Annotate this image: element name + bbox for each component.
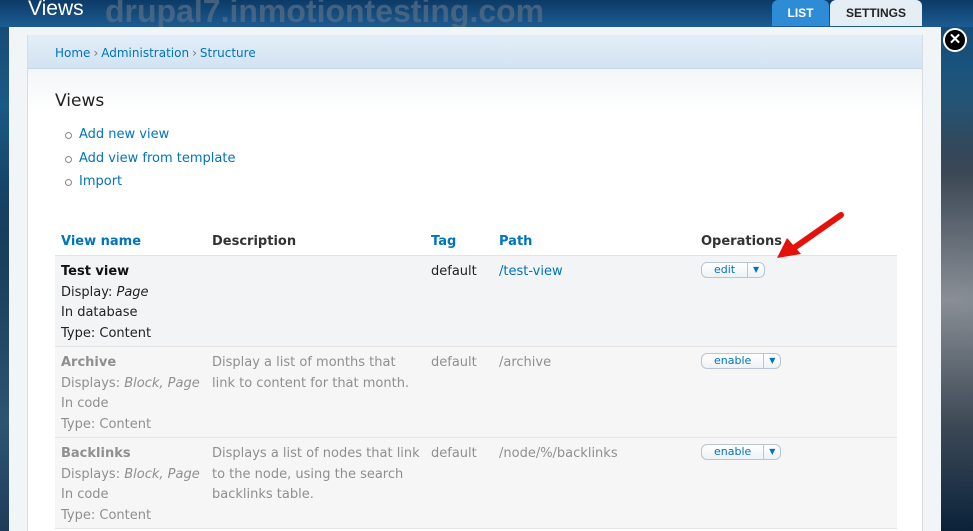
view-path-link[interactable]: /test-view	[499, 262, 563, 283]
views-table: View name Description Tag Path Operation…	[55, 230, 897, 529]
breadcrumb-bar: Home › Administration › Structure	[28, 35, 922, 69]
site-name-watermark: drupal7.inmotiontesting.com	[105, 0, 545, 29]
edit-button[interactable]: edit	[702, 263, 749, 277]
tab-list[interactable]: LIST	[772, 0, 829, 26]
operations-dropbutton[interactable]: enable ▼	[701, 444, 782, 460]
operations-dropbutton[interactable]: edit ▼	[701, 262, 766, 278]
import-link[interactable]: Import	[65, 174, 235, 198]
page-title: Views	[55, 91, 105, 111]
displays-value: Block, Page	[124, 466, 200, 482]
view-name: Test view	[61, 264, 130, 279]
view-tag: default	[431, 355, 477, 370]
add-view-from-template-link[interactable]: Add view from template	[65, 151, 235, 175]
table-row: Archive Displays: Block, Page In code Ty…	[55, 347, 897, 438]
table-row: Backlinks Displays: Block, Page In code …	[55, 438, 897, 529]
storage: In database	[61, 305, 138, 320]
page-heading: Views	[28, 0, 84, 20]
tab-settings[interactable]: SETTINGS	[830, 0, 922, 26]
overlay-dialog: Home › Administration › Structure Views Add …	[27, 35, 923, 531]
header-path[interactable]: Path	[499, 234, 532, 249]
close-icon[interactable]: ✕	[943, 28, 967, 52]
header-tag[interactable]: Tag	[431, 234, 456, 249]
view-tag: default	[431, 264, 477, 279]
add-new-view-link[interactable]: Add new view	[65, 127, 235, 151]
enable-button[interactable]: enable	[702, 445, 765, 459]
view-type: Type: Content	[61, 325, 152, 341]
displays-label: Displays:	[61, 375, 121, 391]
displays-value: Block, Page	[124, 375, 200, 391]
view-description: Display a list of months that link to co…	[212, 355, 410, 391]
caret-down-icon[interactable]: ▼	[764, 354, 780, 368]
table-row: Test view Display: Page In database Type…	[55, 256, 897, 347]
enable-button[interactable]: enable	[702, 354, 765, 368]
view-description: Displays a list of nodes that link to th…	[212, 446, 420, 502]
view-type: Type: Content	[61, 507, 152, 523]
displays-label: Displays:	[61, 466, 121, 482]
breadcrumb: Home › Administration › Structure	[55, 46, 256, 60]
view-path: /node/%/backlinks	[499, 446, 618, 461]
view-info: Test view Display: Page In database Type…	[61, 262, 151, 344]
displays-value: Page	[116, 284, 149, 300]
red-arrow-annotation	[777, 212, 844, 258]
header-operations: Operations	[701, 234, 782, 249]
caret-down-icon[interactable]: ▼	[748, 263, 764, 277]
view-info: Archive Displays: Block, Page In code Ty…	[61, 353, 200, 435]
view-tag: default	[431, 446, 477, 461]
breadcrumb-structure[interactable]: Structure	[200, 46, 256, 60]
caret-down-icon[interactable]: ▼	[764, 445, 780, 459]
breadcrumb-home[interactable]: Home	[55, 46, 90, 60]
view-info: Backlinks Displays: Block, Page In code …	[61, 444, 200, 526]
header-view-name[interactable]: View name	[61, 234, 141, 249]
header-description: Description	[212, 234, 297, 249]
storage: In code	[61, 396, 109, 411]
view-name: Archive	[61, 355, 117, 370]
breadcrumb-administration[interactable]: Administration	[101, 46, 189, 60]
displays-label: Display:	[61, 284, 113, 300]
view-name: Backlinks	[61, 446, 131, 461]
table-header: View name Description Tag Path Operation…	[55, 230, 897, 256]
view-path: /archive	[499, 355, 552, 370]
action-links: Add new view Add view from template Impo…	[65, 127, 235, 198]
storage: In code	[61, 487, 109, 502]
title-area	[28, 69, 922, 115]
operations-dropbutton[interactable]: enable ▼	[701, 353, 782, 369]
view-type: Type: Content	[61, 416, 152, 432]
